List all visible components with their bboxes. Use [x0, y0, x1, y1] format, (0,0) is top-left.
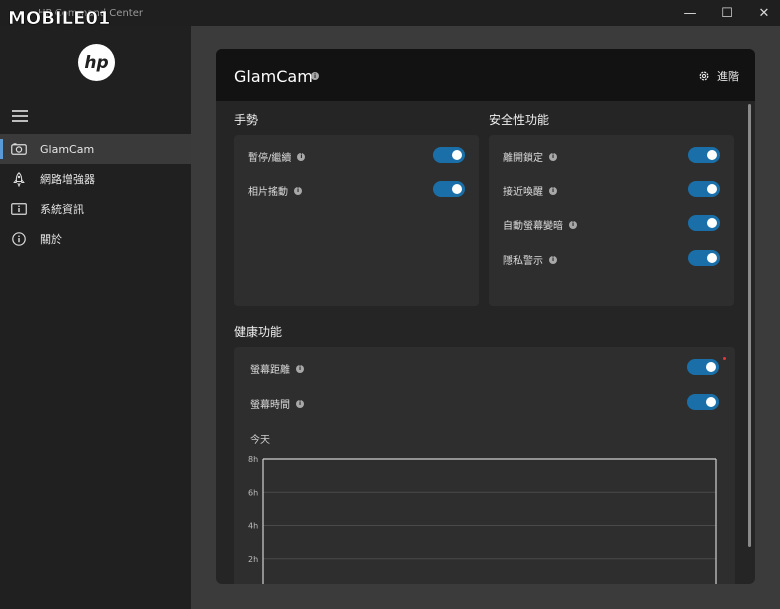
chart-y-tick-label: 2h — [248, 555, 258, 564]
rocket-icon — [11, 171, 27, 187]
setting-label: 相片搖動 i — [248, 183, 302, 198]
scrollbar[interactable] — [748, 104, 751, 547]
sidebar-item-label: 關於 — [40, 233, 62, 246]
sidebar-nav: GlamCam 網路增強器 系統資訊 關於 — [0, 134, 191, 254]
advanced-settings-button[interactable]: 進階 — [698, 68, 739, 84]
setting-row-auto-dim: 自動螢幕變暗 i — [489, 215, 734, 233]
hp-logo-text: hp — [84, 52, 109, 73]
advanced-label: 進階 — [717, 70, 739, 83]
pause-resume-toggle[interactable] — [433, 147, 465, 163]
hp-logo: hp — [78, 44, 115, 81]
setting-row-privacy-alert: 隱私警示 i — [489, 250, 734, 268]
sidebar: hp GlamCam 網路增強器 系統資訊 關於 — [0, 26, 191, 609]
page-title: GlamCam — [234, 67, 313, 86]
gestures-section-title: 手勢 — [234, 113, 259, 127]
info-icon[interactable]: i — [311, 72, 319, 80]
security-section-title: 安全性功能 — [489, 113, 550, 127]
health-section-title: 健康功能 — [234, 325, 283, 339]
camera-icon — [11, 142, 27, 156]
system-info-icon — [11, 202, 27, 216]
setting-row-pause-resume: 暫停/繼續 i — [234, 147, 479, 165]
panel-header: GlamCam i 進階 — [216, 49, 755, 101]
setting-label: 離開鎖定 i — [503, 149, 557, 164]
title-bar: HP Command Center MOBILE01 — ☐ ✕ — [0, 0, 780, 29]
info-icon[interactable]: i — [569, 220, 577, 229]
auto-dim-toggle[interactable] — [688, 215, 720, 231]
info-icon[interactable]: i — [297, 152, 306, 161]
gear-icon — [699, 71, 709, 81]
gestures-card: 暫停/繼續 i 相片搖動 i — [234, 135, 479, 306]
screen-time-chart: 8h 6h 4h 2h — [248, 455, 717, 584]
privacy-alert-toggle[interactable] — [688, 250, 720, 266]
health-card: 螢幕距離 i 螢幕時間 i 今天 8h 6h 4h 2h — [234, 347, 735, 584]
photo-shake-toggle[interactable] — [433, 181, 465, 197]
about-icon — [11, 232, 27, 246]
chart-y-tick-label: 8h — [248, 455, 258, 464]
walk-away-lock-toggle[interactable] — [688, 147, 720, 163]
sidebar-item-system-info[interactable]: 系統資訊 — [0, 194, 191, 224]
setting-row-walk-away-lock: 離開鎖定 i — [489, 147, 734, 165]
setting-row-wake-on-approach: 接近喚醒 i — [489, 181, 734, 199]
wake-on-approach-toggle[interactable] — [688, 181, 720, 197]
sidebar-item-label: GlamCam — [40, 142, 95, 156]
sidebar-item-about[interactable]: 關於 — [0, 224, 191, 254]
info-icon[interactable]: i — [549, 152, 557, 161]
setting-label: 隱私警示 i — [503, 252, 557, 267]
setting-label: 接近喚醒 i — [503, 183, 557, 198]
glamcam-panel: GlamCam i 進階 手勢 暫停/繼續 i 相片搖動 i 安全性功能 離開鎖定 i… — [216, 49, 755, 584]
info-icon[interactable]: i — [549, 186, 557, 195]
info-icon[interactable]: i — [549, 255, 557, 264]
chart-y-tick-label: 4h — [248, 522, 258, 531]
sidebar-item-label: 系統資訊 — [40, 203, 84, 216]
security-card: 離開鎖定 i 接近喚醒 i 自動螢幕變暗 i 隱私警示 i — [489, 135, 734, 306]
chart-y-tick-label: 6h — [248, 488, 258, 497]
setting-row-photo-shake: 相片搖動 i — [234, 181, 479, 199]
hamburger-menu-icon[interactable] — [12, 110, 28, 122]
sidebar-item-label: 網路增強器 — [40, 173, 95, 186]
setting-label: 暫停/繼續 i — [248, 149, 306, 164]
setting-label: 自動螢幕變暗 i — [503, 217, 577, 232]
sidebar-item-network-booster[interactable]: 網路增強器 — [0, 164, 191, 194]
sidebar-item-glamcam[interactable]: GlamCam — [0, 134, 191, 164]
close-button[interactable]: ✕ — [742, 0, 780, 26]
info-icon[interactable]: i — [294, 186, 302, 195]
